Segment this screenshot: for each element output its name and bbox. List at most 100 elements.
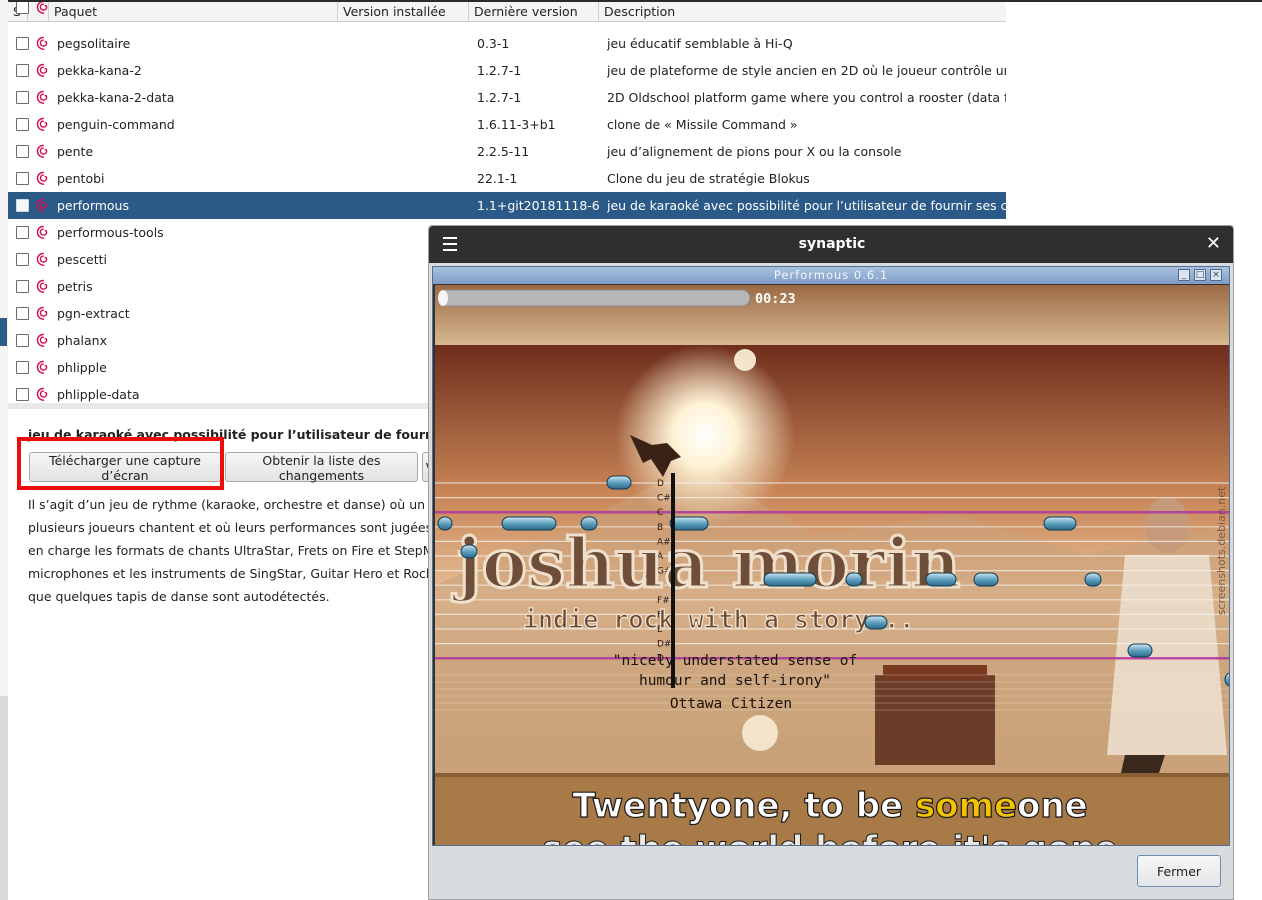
singer-image — [1145, 497, 1189, 553]
row-checkbox[interactable] — [16, 37, 29, 50]
row-checkbox[interactable] — [16, 2, 29, 14]
note-pill — [1084, 572, 1102, 587]
row-checkbox[interactable] — [16, 91, 29, 104]
table-row[interactable]: pekka-kana-2 1.2.7-1 jeu de plateforme de … — [8, 57, 1006, 84]
package-name: petris — [57, 279, 93, 294]
pitch-label: D# — [657, 640, 671, 650]
package-name: pente — [57, 144, 94, 159]
table-row[interactable]: pekka-kana-2-data 1.2.7-1 2D Oldschool pla… — [8, 84, 1006, 111]
row-checkbox[interactable] — [16, 64, 29, 77]
description-line-5: que quelques tapis de danse sont autodét… — [28, 589, 330, 604]
package-description: 2D Oldschool platform game where you con… — [607, 90, 1006, 105]
performous-screenshot: Performous 0.6.1 _ □ × D C# C B A# A G# … — [432, 266, 1230, 846]
package-description: jeu de karaoké avec possibilité pour l’u… — [607, 198, 1006, 213]
watermark-text: screenshots.debian.net — [1215, 486, 1228, 615]
synaptic-screenshot-dialog: synaptic ✕ Performous 0.6.1 _ □ × D C# C… — [428, 225, 1234, 900]
debian-logo-icon — [36, 198, 50, 213]
poster-quote-line-1: "nicely understated sense of — [613, 653, 857, 669]
dialog-header-bar: synaptic ✕ — [429, 226, 1233, 263]
debian-logo-icon — [36, 144, 50, 159]
piano-image — [875, 675, 995, 765]
debian-logo-icon — [36, 387, 50, 402]
table-row[interactable]: pentobi 22.1-1 Clone du jeu de stratégie B… — [8, 165, 1006, 192]
note-pill — [864, 615, 888, 630]
row-checkbox[interactable] — [16, 118, 29, 131]
poster-quote-source: Ottawa Citizen — [670, 696, 792, 712]
row-checkbox[interactable] — [16, 253, 29, 266]
debian-logo-icon — [36, 360, 50, 375]
left-selection-accent — [0, 318, 7, 346]
row-checkbox[interactable] — [16, 199, 29, 212]
row-checkbox[interactable] — [16, 145, 29, 158]
table-row[interactable]: pente 2.2.5-11 jeu d’alignement de pions p… — [8, 138, 1006, 165]
table-row[interactable]: penguin-command 1.6.11-3+b1 clone de « Mis… — [8, 111, 1006, 138]
package-name: phlipple — [57, 360, 107, 375]
latest-version: 1.6.11-3+b1 — [477, 117, 556, 132]
note-pill — [580, 516, 598, 531]
row-checkbox[interactable] — [16, 226, 29, 239]
performous-window-title: Performous 0.6.1 — [773, 268, 889, 282]
package-name: pegsolitaire — [57, 36, 131, 51]
package-name: pgn-extract — [57, 306, 130, 321]
dialog-title: synaptic — [798, 236, 866, 252]
next-lyric-line: see the world before it's gone — [542, 829, 1117, 845]
debian-logo-icon — [36, 63, 50, 78]
debian-logo-icon — [36, 90, 50, 105]
package-description: Clone du jeu de stratégie Blokus — [607, 171, 810, 186]
song-progress-track — [437, 289, 751, 307]
debian-logo-icon — [36, 2, 50, 15]
latest-version: 2.2.5-11 — [477, 144, 530, 159]
poster-artist-name: joshua morin — [451, 524, 960, 604]
debian-logo-icon — [36, 171, 50, 186]
note-pill — [460, 544, 478, 559]
maximize-icon: □ — [1194, 269, 1206, 281]
singing-cursor — [671, 473, 675, 688]
package-description: jeu de plateforme de style ancien en 2D … — [607, 63, 1006, 78]
song-progress-fill — [438, 290, 448, 306]
pitch-label: C# — [657, 494, 671, 504]
poster-subtitle: indie rock with a story... — [523, 605, 914, 634]
row-checkbox[interactable] — [16, 334, 29, 347]
row-checkbox[interactable] — [16, 280, 29, 293]
table-row-partial[interactable] — [8, 2, 1006, 21]
note-pill — [845, 572, 863, 587]
close-icon[interactable]: ✕ — [1206, 234, 1221, 254]
latest-version: 1.1+git20181118-6 — [477, 198, 600, 213]
note-pill — [1043, 516, 1077, 531]
row-checkbox[interactable] — [16, 361, 29, 374]
current-lyric-highlight: some — [915, 786, 1017, 826]
table-row[interactable]: performous 1.1+git20181118-6 jeu de karaok… — [8, 192, 1006, 219]
package-name: pekka-kana-2 — [57, 63, 142, 78]
package-description: clone de « Missile Command » — [607, 117, 798, 132]
package-description: jeu éducatif semblable à Hi-Q — [607, 36, 793, 51]
package-description: jeu d’alignement de pions pour X ou la c… — [607, 144, 902, 159]
package-name: pescetti — [57, 252, 107, 267]
row-checkbox[interactable] — [16, 307, 29, 320]
note-pill — [606, 475, 632, 490]
note-pill — [1127, 643, 1153, 658]
pitch-label: C — [657, 508, 663, 518]
row-checkbox[interactable] — [16, 172, 29, 185]
package-name: phlipple-data — [57, 387, 140, 402]
note-pill — [437, 516, 453, 531]
current-lyric-line: Twentyone, to be someone — [572, 786, 1087, 826]
pitch-label: D — [657, 479, 664, 489]
poster-quote-line-2: humour and self-irony" — [639, 673, 831, 689]
package-name: performous — [57, 198, 129, 213]
note-pill — [925, 572, 957, 587]
hamburger-menu-icon[interactable] — [443, 237, 459, 251]
latest-version: 1.2.7-1 — [477, 63, 522, 78]
debian-logo-icon — [36, 117, 50, 132]
get-changelog-button[interactable]: Obtenir la liste des changements — [225, 452, 418, 483]
debian-logo-icon — [36, 36, 50, 51]
left-lower-edge — [0, 696, 8, 900]
package-name: phalanx — [57, 333, 107, 348]
close-dialog-button[interactable]: Fermer — [1137, 855, 1221, 887]
description-line-3: en charge les formats de chants UltraSta… — [28, 543, 490, 558]
debian-logo-icon — [36, 333, 50, 348]
table-row[interactable]: pegsolitaire 0.3-1 jeu éducatif semblable … — [8, 30, 1006, 57]
latest-version: 1.2.7-1 — [477, 90, 522, 105]
note-pill — [763, 572, 817, 587]
package-name: pekka-kana-2-data — [57, 90, 175, 105]
row-checkbox[interactable] — [16, 388, 29, 401]
